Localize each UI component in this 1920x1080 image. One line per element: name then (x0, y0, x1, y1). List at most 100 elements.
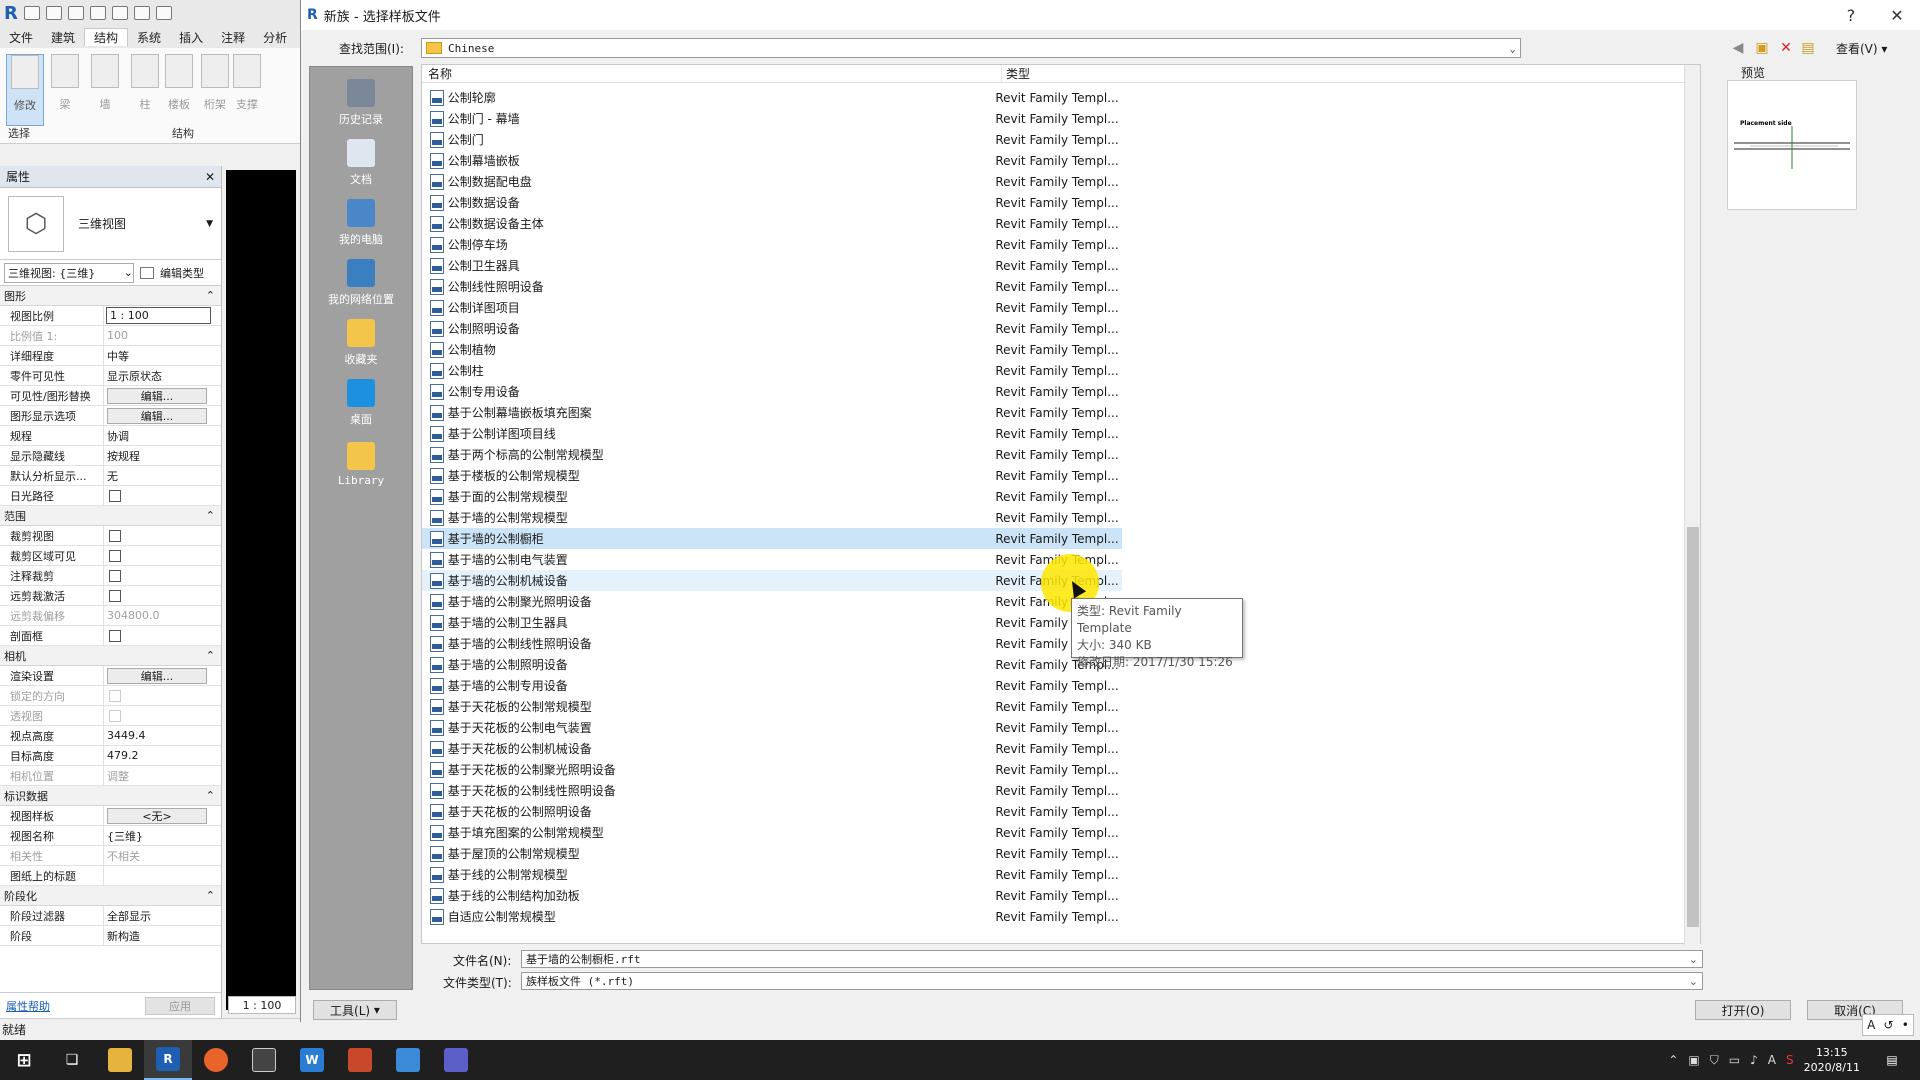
property-section-extents[interactable]: 范围 ⌃ (0, 506, 221, 526)
ribbon-button[interactable]: 楼板 (160, 54, 198, 126)
print-icon[interactable] (133, 6, 150, 20)
sync-icon[interactable] (67, 6, 84, 20)
property-value[interactable]: 编辑... (104, 666, 221, 685)
property-value[interactable] (104, 586, 221, 605)
taskbar-word[interactable]: W (288, 1040, 336, 1080)
file-row[interactable]: 基于公制详图项目线 Revit Family Templ... (422, 423, 1122, 444)
file-row[interactable]: 公制门 Revit Family Templ... (422, 129, 1122, 150)
file-row[interactable]: 公制轮廓 Revit Family Templ... (422, 87, 1122, 108)
file-row[interactable]: 公制详图项目 Revit Family Templ... (422, 297, 1122, 318)
chevron-down-icon[interactable]: ▼ (206, 219, 213, 229)
property-value[interactable]: 无 (104, 466, 221, 485)
collapse-icon[interactable]: ⌃ (206, 889, 215, 902)
ribbon-button[interactable]: 柱 (126, 54, 164, 126)
property-value[interactable] (104, 686, 221, 705)
collapse-icon[interactable]: ⌃ (206, 289, 215, 302)
close-button[interactable]: ✕ (1874, 6, 1920, 25)
file-row[interactable]: 公制幕墙嵌板 Revit Family Templ... (422, 150, 1122, 171)
checkbox[interactable] (109, 689, 121, 702)
file-row[interactable]: 公制数据配电盘 Revit Family Templ... (422, 171, 1122, 192)
collapse-icon[interactable]: ⌃ (206, 789, 215, 802)
ime-mode-icon[interactable]: A (1867, 1018, 1875, 1032)
property-section-identity[interactable]: 标识数据 ⌃ (0, 786, 221, 806)
file-row[interactable]: 公制门 - 幕墙 Revit Family Templ... (422, 108, 1122, 129)
open-icon[interactable] (23, 6, 40, 20)
file-row[interactable]: 基于天花板的公制聚光照明设备 Revit Family Templ... (422, 759, 1122, 780)
file-row[interactable]: 公制柱 Revit Family Templ... (422, 360, 1122, 381)
place-item[interactable]: 我的电脑 (310, 187, 412, 247)
file-row[interactable]: 基于公制幕墙嵌板填充图案 Revit Family Templ... (422, 402, 1122, 423)
ribbon-button[interactable]: 支撑 (228, 54, 266, 126)
file-row[interactable]: 基于墙的公制聚光照明设备Revit Family Templ... (422, 591, 1122, 612)
save-icon[interactable] (45, 6, 62, 20)
taskbar-revit[interactable]: R (144, 1040, 192, 1080)
start-button[interactable]: ⊞ (0, 1040, 48, 1080)
file-row[interactable]: 基于墙的公制线性照明设备 Revit Family Templ... (422, 633, 1122, 654)
file-row[interactable]: 基于墙的公制橱柜 Revit Family Templ... (422, 528, 1122, 549)
file-row[interactable]: 基于天花板的公制机械设备 Revit Family Templ... (422, 738, 1122, 759)
properties-help-link[interactable]: 属性帮助 (6, 998, 50, 1014)
edit-button[interactable]: 编辑... (107, 667, 207, 684)
property-value[interactable]: 编辑... (104, 406, 221, 425)
file-row[interactable]: 基于天花板的公制线性照明设备 Revit Family Templ... (422, 780, 1122, 801)
file-row[interactable]: 基于墙的公制常规模型 Revit Family Templ... (422, 507, 1122, 528)
file-row[interactable]: 公制专用设备 Revit Family Templ... (422, 381, 1122, 402)
look-in-combo[interactable]: Chinese ⌄ (421, 38, 1521, 58)
property-value[interactable]: 协调 (104, 426, 221, 445)
file-row[interactable]: 公制照明设备 Revit Family Templ... (422, 318, 1122, 339)
tools-button[interactable]: 工具(L) ▾ (313, 1000, 397, 1020)
ribbon-tab[interactable]: 分析 (254, 29, 296, 46)
file-row[interactable]: 基于天花板的公制照明设备 Revit Family Templ... (422, 801, 1122, 822)
property-value[interactable]: 3449.4 (104, 726, 221, 745)
place-item[interactable]: 文档 (310, 127, 412, 187)
file-row[interactable]: 公制停车场 Revit Family Templ... (422, 234, 1122, 255)
ribbon-tab[interactable]: 结构 (84, 28, 129, 46)
property-value[interactable]: 调整 (104, 766, 221, 785)
checkbox[interactable] (109, 569, 121, 582)
property-value[interactable]: 1 : 100 (106, 307, 211, 324)
view-menu[interactable]: 查看(V) ▾ (1836, 40, 1887, 57)
ribbon-tab[interactable]: 插入 (170, 29, 212, 46)
file-row[interactable]: 基于天花板的公制常规模型 Revit Family Templ... (422, 696, 1122, 717)
ime-more-icon[interactable]: • (1902, 1018, 1909, 1032)
filename-input[interactable]: 基于墙的公制橱柜.rft ⌄ (521, 950, 1703, 968)
close-icon[interactable]: ✕ (205, 170, 215, 184)
property-value[interactable]: 全部显示 (104, 906, 221, 925)
place-item[interactable]: 我的网络位置 (310, 247, 412, 307)
checkbox[interactable] (109, 589, 121, 602)
file-row[interactable]: 基于墙的公制卫生器具 Revit Family Templ... (422, 612, 1122, 633)
column-type-header[interactable]: 类型 (1002, 65, 1132, 82)
edit-button[interactable]: 编辑... (107, 407, 207, 424)
file-row[interactable]: 基于线的公制结构加劲板 Revit Family Templ... (422, 885, 1122, 906)
checkbox[interactable] (109, 489, 121, 502)
checkbox[interactable] (109, 549, 121, 562)
file-row[interactable]: 基于屋顶的公制常规模型 Revit Family Templ... (422, 843, 1122, 864)
shield-icon[interactable]: ⛉ (1710, 1053, 1719, 1068)
file-row[interactable]: 基于线的公制常规模型 Revit Family Templ... (422, 864, 1122, 885)
measure-icon[interactable] (155, 6, 172, 20)
property-value[interactable] (104, 566, 221, 585)
taskbar-app-5[interactable] (240, 1040, 288, 1080)
file-row[interactable]: 公制线性照明设备 Revit Family Templ... (422, 276, 1122, 297)
property-value[interactable]: 新构造 (104, 926, 221, 945)
collapse-icon[interactable]: ⌃ (206, 509, 215, 522)
file-row[interactable]: 自适应公制常规模型 Revit Family Templ... (422, 906, 1122, 927)
edit-button[interactable]: 编辑... (107, 387, 207, 404)
open-button[interactable]: 打开(O) (1695, 1000, 1791, 1020)
file-row[interactable]: 公制数据设备主体 Revit Family Templ... (422, 213, 1122, 234)
taskbar-app-9[interactable] (432, 1040, 480, 1080)
property-value[interactable] (104, 866, 221, 885)
property-value[interactable] (104, 626, 221, 645)
network-icon[interactable]: ▭ (1729, 1053, 1740, 1067)
type-selector[interactable]: ⬡ 三维视图 ▼ (0, 188, 221, 260)
task-view-button[interactable]: ❏ (48, 1040, 96, 1080)
property-value[interactable] (104, 486, 221, 505)
file-row[interactable]: 基于墙的公制专用设备 Revit Family Templ... (422, 675, 1122, 696)
input-method-icon[interactable]: A (1768, 1053, 1776, 1067)
up-folder-icon[interactable]: ▣ (1753, 40, 1771, 56)
ribbon-group-label[interactable]: 选择 (8, 125, 30, 141)
taskbar-explorer[interactable] (96, 1040, 144, 1080)
file-row[interactable]: 公制数据设备 Revit Family Templ... (422, 192, 1122, 213)
delete-icon[interactable]: ✕ (1777, 40, 1795, 56)
filetype-select[interactable]: 族样板文件 (*.rft) ⌄ (521, 972, 1703, 990)
